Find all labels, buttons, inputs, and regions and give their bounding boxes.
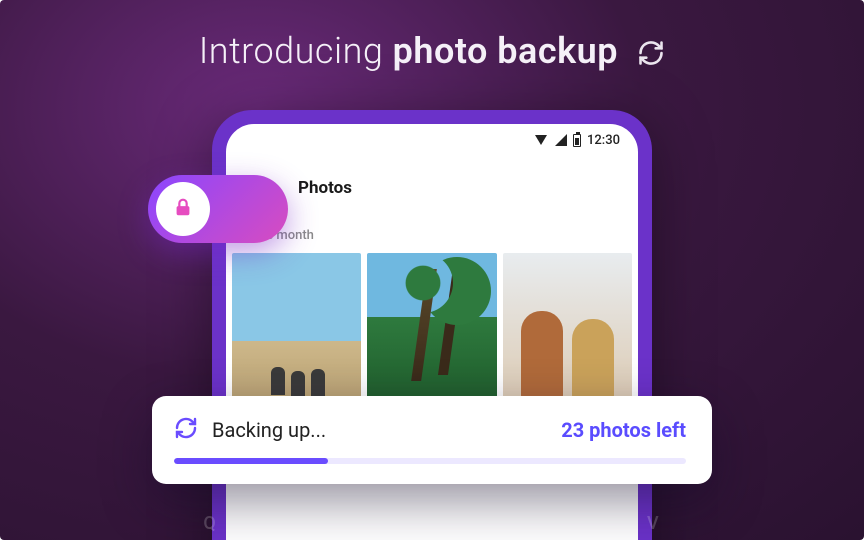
headline: Introducing photo backup [0, 30, 864, 72]
status-bar: 12:30 [226, 124, 638, 156]
signal-icon [555, 134, 567, 146]
keyboard-key: Q [203, 513, 217, 534]
backup-card: Backing up... 23 photos left [152, 396, 712, 484]
keyboard-key: D [396, 513, 410, 534]
promo-stage: Introducing photo backup [0, 0, 864, 540]
status-time: 12:30 [587, 133, 620, 148]
photo-thumbnail[interactable] [367, 253, 496, 413]
keyboard-key: V [647, 513, 661, 534]
keyboard-key: Y [598, 513, 611, 534]
sync-icon [174, 416, 198, 444]
keyboard-key: R [499, 513, 512, 534]
headline-bold: photo backup [393, 30, 618, 72]
headline-light: Introducing [199, 30, 393, 72]
backup-count-text: 23 photos left [561, 418, 686, 442]
keyboard-key: I [303, 513, 310, 534]
backup-progress-track [174, 458, 686, 464]
lock-circle [156, 182, 210, 236]
lock-icon [172, 196, 194, 222]
app-title: Photos [298, 178, 616, 198]
backup-progress-fill [174, 458, 328, 464]
keyboard-key: R [549, 513, 562, 534]
lock-badge [148, 175, 288, 243]
photo-thumbnail[interactable] [232, 253, 361, 413]
keyboard-key: A [346, 513, 360, 534]
backup-row: Backing up... 23 photos left [174, 416, 686, 444]
keyboard-hint: QSIADWRRYV [203, 513, 660, 534]
backup-status-text: Backing up... [212, 418, 326, 442]
wifi-icon [535, 135, 547, 145]
photo-thumbnail[interactable] [503, 253, 632, 413]
sync-icon [637, 39, 665, 67]
backup-left: Backing up... [174, 416, 326, 444]
keyboard-key: W [445, 513, 463, 534]
app-header: Photos [226, 156, 638, 204]
photo-grid [226, 253, 638, 413]
keyboard-key: S [254, 513, 267, 534]
battery-icon [573, 134, 581, 147]
